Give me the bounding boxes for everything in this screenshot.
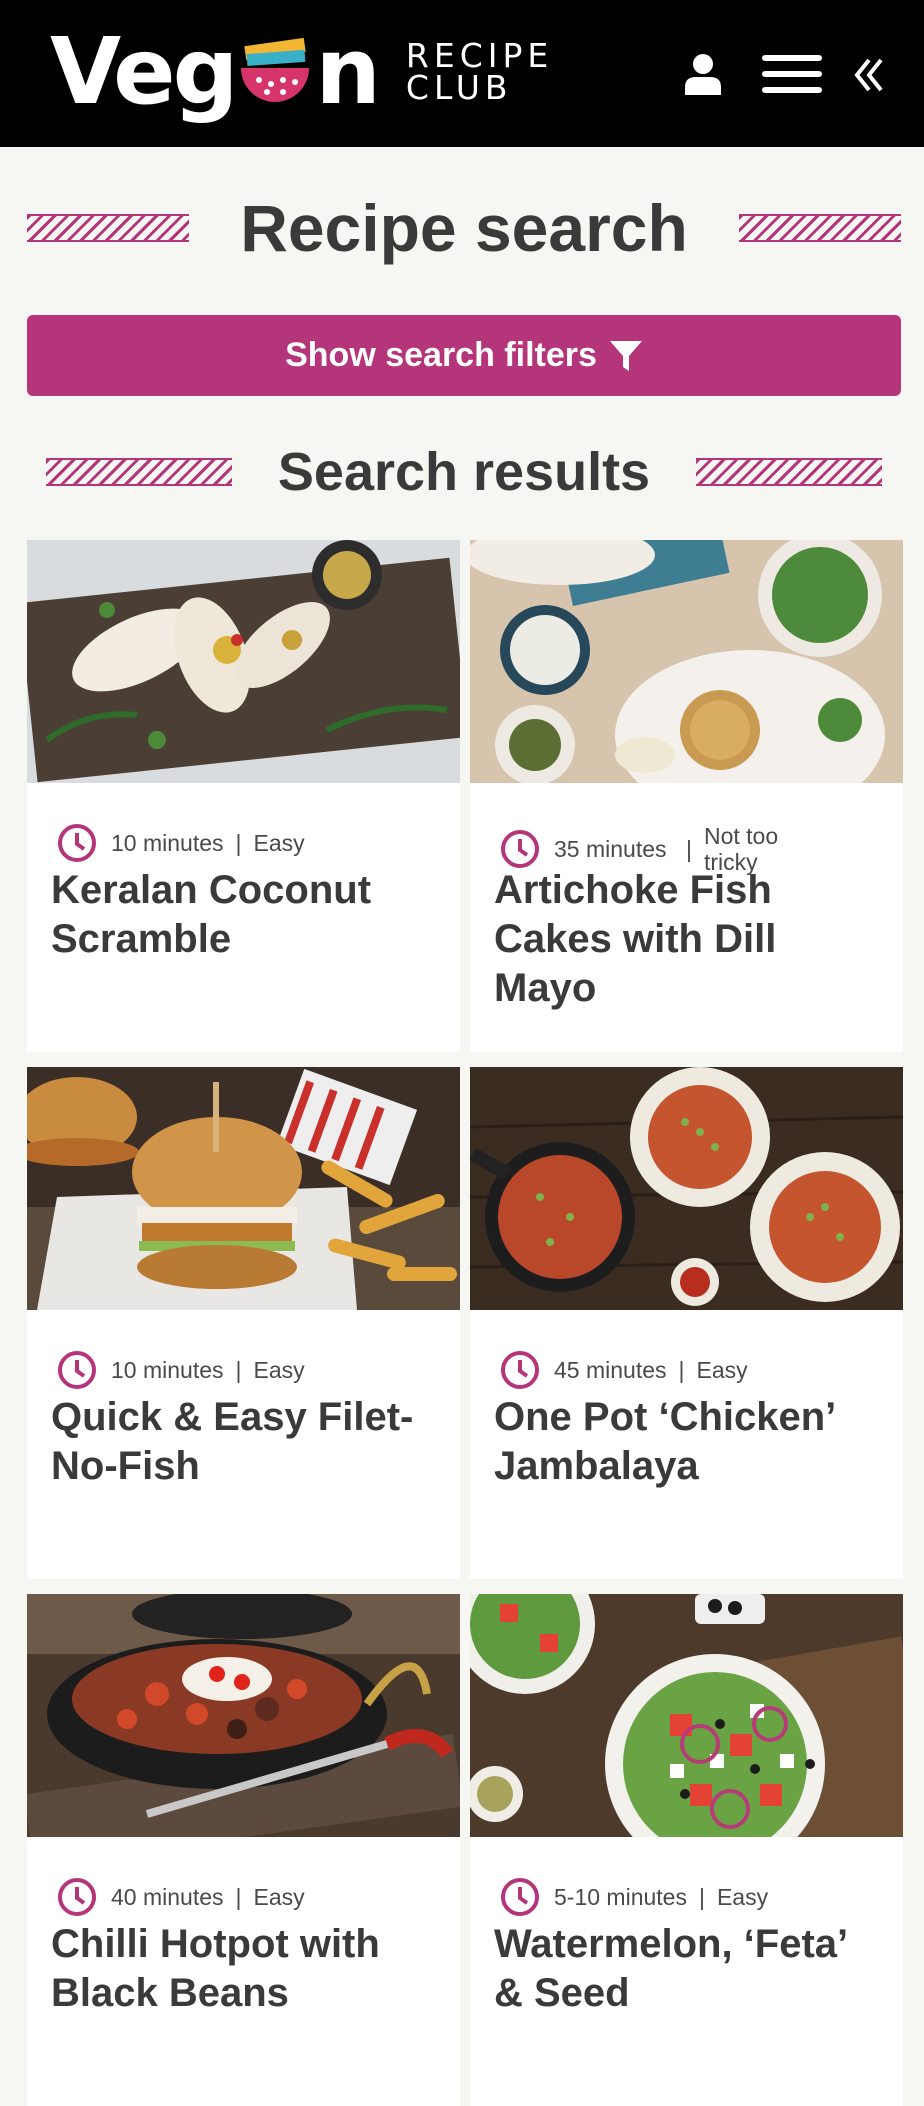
recipe-title[interactable]: Quick & Easy Filet-No-Fish — [51, 1393, 441, 1491]
recipe-card[interactable]: 35 minutes | Not too tricky Artichoke Fi… — [470, 540, 903, 1052]
recipe-title[interactable]: Keralan Coconut Scramble — [51, 866, 441, 964]
meta-separator: | — [678, 1356, 685, 1383]
recipe-meta: 40 minutes | Easy — [57, 1877, 305, 1917]
recipe-title[interactable]: One Pot ‘Chicken’ Jambalaya — [494, 1393, 884, 1491]
meta-separator: | — [235, 1883, 242, 1910]
clock-icon — [501, 1351, 539, 1389]
clock-icon — [58, 1878, 96, 1916]
user-icon[interactable] — [684, 53, 722, 95]
recipe-difficulty: Easy — [253, 1356, 305, 1383]
recipe-time: 35 minutes — [554, 836, 667, 862]
recipe-title[interactable]: Artichoke Fish Cakes with Dill Mayo — [494, 866, 884, 1013]
recipe-time: 40 minutes — [111, 1883, 224, 1910]
meta-separator: | — [235, 829, 242, 856]
filter-icon — [609, 340, 642, 371]
meta-separator: | — [698, 1883, 705, 1910]
meta-separator: | — [235, 1356, 242, 1383]
recipe-meta: 10 minutes | Easy — [57, 1350, 305, 1390]
results-stripe-right — [695, 458, 882, 486]
heading-stripe-right — [738, 214, 901, 242]
recipe-difficulty: Easy — [716, 1883, 769, 1910]
page-title: Recipe search — [240, 191, 688, 265]
recipe-image[interactable] — [27, 1594, 460, 1837]
clock-icon — [58, 824, 96, 862]
recipe-time: 45 minutes — [554, 1356, 667, 1383]
logo-word-left: Veg — [50, 18, 238, 125]
recipe-image[interactable] — [470, 1594, 903, 1837]
logo-word-right: n — [315, 18, 380, 125]
recipe-card[interactable]: 5-10 minutes | Easy Watermelon, ‘Feta’ &… — [470, 1594, 903, 2106]
recipe-difficulty: Easy — [696, 1356, 748, 1383]
recipe-meta: 5-10 minutes | Easy — [500, 1877, 768, 1917]
menu-icon[interactable] — [762, 55, 822, 93]
clock-icon — [501, 1878, 539, 1916]
recipe-image[interactable] — [470, 540, 903, 783]
recipe-meta: 10 minutes | Easy — [57, 823, 305, 863]
page-heading: Recipe search — [27, 180, 901, 276]
show-search-filters-button[interactable]: Show search filters — [27, 315, 901, 396]
clock-icon — [58, 1351, 96, 1389]
recipe-card[interactable]: 10 minutes | Easy Quick & Easy Filet-No-… — [27, 1067, 460, 1579]
recipe-card[interactable]: 40 minutes | Easy Chilli Hotpot with Bla… — [27, 1594, 460, 2106]
results-stripe-left — [46, 458, 232, 486]
recipe-meta: 45 minutes | Easy — [500, 1350, 748, 1390]
recipe-image[interactable] — [27, 1067, 460, 1310]
vegan-recipe-club-logo[interactable]: Veg n RECIPE CLUB — [50, 22, 553, 122]
results-title: Search results — [277, 442, 651, 502]
top-bar: Veg n RECIPE CLUB — [0, 0, 924, 147]
recipe-time: 10 minutes — [111, 829, 224, 856]
bowl-icon — [237, 32, 313, 112]
recipe-time: 10 minutes — [111, 1356, 224, 1383]
recipe-image[interactable] — [470, 1067, 903, 1310]
recipe-title[interactable]: Watermelon, ‘Feta’ & Seed — [494, 1920, 884, 2018]
recipe-title[interactable]: Chilli Hotpot with Black Beans — [51, 1920, 441, 2018]
logo-word: Veg n — [50, 18, 381, 125]
logo-tagline-line-2: CLUB — [405, 68, 513, 107]
results-heading: Search results — [46, 436, 882, 508]
recipe-time: 5-10 minutes — [554, 1883, 687, 1910]
recipe-card[interactable]: 45 minutes | Easy One Pot ‘Chicken’ Jamb… — [470, 1067, 903, 1579]
recipe-card[interactable]: 10 minutes | Easy Keralan Coconut Scramb… — [27, 540, 460, 1052]
chevrons-left-icon[interactable] — [854, 58, 884, 92]
recipe-image[interactable] — [27, 540, 460, 783]
heading-stripe-left — [27, 214, 189, 242]
logo-tagline: RECIPE CLUB — [405, 39, 553, 107]
clock-icon — [501, 830, 539, 868]
recipe-difficulty: Easy — [253, 829, 305, 856]
meta-separator: | — [686, 835, 692, 862]
recipe-difficulty: Easy — [253, 1883, 305, 1910]
filter-button-label: Show search filters — [285, 336, 597, 374]
